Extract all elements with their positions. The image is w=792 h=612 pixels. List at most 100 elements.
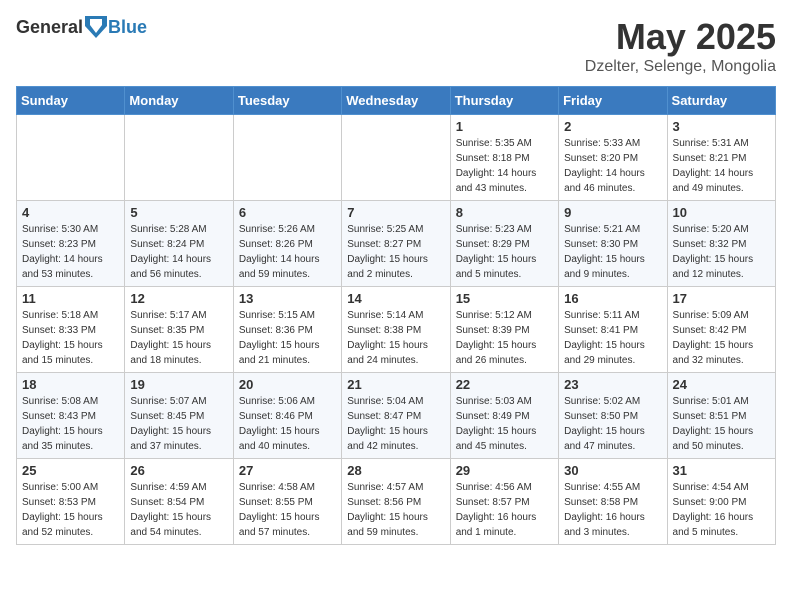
calendar-header-row: SundayMondayTuesdayWednesdayThursdayFrid… bbox=[17, 87, 776, 115]
calendar-cell: 8 Sunrise: 5:23 AM Sunset: 8:29 PM Daylig… bbox=[450, 201, 558, 287]
day-number: 23 bbox=[564, 377, 661, 392]
day-number: 13 bbox=[239, 291, 336, 306]
day-number: 6 bbox=[239, 205, 336, 220]
calendar-header-sunday: Sunday bbox=[17, 87, 125, 115]
day-info: Sunrise: 5:26 AM Sunset: 8:26 PM Dayligh… bbox=[239, 224, 320, 280]
day-info: Sunrise: 5:12 AM Sunset: 8:39 PM Dayligh… bbox=[456, 310, 537, 366]
day-number: 4 bbox=[22, 205, 119, 220]
day-number: 12 bbox=[130, 291, 227, 306]
calendar-cell: 3Sunrise: 5:31 AM Sunset: 8:21 PM Daylig… bbox=[667, 115, 775, 201]
calendar-cell: 20 Sunrise: 5:06 AM Sunset: 8:46 PM Dayli… bbox=[233, 373, 341, 459]
calendar-cell: 25 Sunrise: 5:00 AM Sunset: 8:53 PM Dayli… bbox=[17, 459, 125, 545]
header: General Blue May 2025 Dzelter, Selenge, … bbox=[16, 16, 776, 76]
calendar-cell: 17Sunrise: 5:09 AM Sunset: 8:42 PM Dayli… bbox=[667, 287, 775, 373]
day-info: Sunrise: 5:35 AM Sunset: 8:18 PM Dayligh… bbox=[456, 138, 537, 194]
day-number: 16 bbox=[564, 291, 661, 306]
calendar-cell: 9Sunrise: 5:21 AM Sunset: 8:30 PM Daylig… bbox=[559, 201, 667, 287]
calendar-header-wednesday: Wednesday bbox=[342, 87, 450, 115]
calendar-cell bbox=[17, 115, 125, 201]
day-info: Sunrise: 5:15 AM Sunset: 8:36 PM Dayligh… bbox=[239, 310, 320, 366]
calendar-cell: 2 Sunrise: 5:33 AM Sunset: 8:20 PM Daylig… bbox=[559, 115, 667, 201]
calendar-cell: 22 Sunrise: 5:03 AM Sunset: 8:49 PM Dayli… bbox=[450, 373, 558, 459]
calendar-cell: 12 Sunrise: 5:17 AM Sunset: 8:35 PM Dayli… bbox=[125, 287, 233, 373]
calendar: SundayMondayTuesdayWednesdayThursdayFrid… bbox=[16, 86, 776, 545]
day-number: 20 bbox=[239, 377, 336, 392]
day-info: Sunrise: 5:18 AM Sunset: 8:33 PM Dayligh… bbox=[22, 310, 103, 366]
day-number: 18 bbox=[22, 377, 119, 392]
calendar-header-friday: Friday bbox=[559, 87, 667, 115]
day-number: 3 bbox=[673, 119, 770, 134]
day-number: 29 bbox=[456, 463, 553, 478]
calendar-cell: 19 Sunrise: 5:07 AM Sunset: 8:45 PM Dayli… bbox=[125, 373, 233, 459]
calendar-week-row: 4Sunrise: 5:30 AM Sunset: 8:23 PM Daylig… bbox=[17, 201, 776, 287]
day-number: 22 bbox=[456, 377, 553, 392]
logo-text-blue: Blue bbox=[108, 17, 147, 38]
day-number: 11 bbox=[22, 291, 119, 306]
calendar-header-saturday: Saturday bbox=[667, 87, 775, 115]
calendar-cell: 28Sunrise: 4:57 AM Sunset: 8:56 PM Dayli… bbox=[342, 459, 450, 545]
day-info: Sunrise: 5:06 AM Sunset: 8:46 PM Dayligh… bbox=[239, 396, 320, 452]
day-info: Sunrise: 5:28 AM Sunset: 8:24 PM Dayligh… bbox=[130, 224, 211, 280]
day-info: Sunrise: 5:03 AM Sunset: 8:49 PM Dayligh… bbox=[456, 396, 537, 452]
calendar-cell: 6 Sunrise: 5:26 AM Sunset: 8:26 PM Daylig… bbox=[233, 201, 341, 287]
calendar-cell: 29 Sunrise: 4:56 AM Sunset: 8:57 PM Dayli… bbox=[450, 459, 558, 545]
day-info: Sunrise: 4:57 AM Sunset: 8:56 PM Dayligh… bbox=[347, 482, 428, 538]
calendar-cell: 7 Sunrise: 5:25 AM Sunset: 8:27 PM Daylig… bbox=[342, 201, 450, 287]
calendar-cell: 14 Sunrise: 5:14 AM Sunset: 8:38 PM Dayli… bbox=[342, 287, 450, 373]
day-number: 30 bbox=[564, 463, 661, 478]
day-number: 19 bbox=[130, 377, 227, 392]
day-number: 17 bbox=[673, 291, 770, 306]
day-number: 7 bbox=[347, 205, 444, 220]
calendar-cell: 23 Sunrise: 5:02 AM Sunset: 8:50 PM Dayli… bbox=[559, 373, 667, 459]
day-info: Sunrise: 5:23 AM Sunset: 8:29 PM Dayligh… bbox=[456, 224, 537, 280]
day-info: Sunrise: 5:14 AM Sunset: 8:38 PM Dayligh… bbox=[347, 310, 428, 366]
day-number: 14 bbox=[347, 291, 444, 306]
subtitle: Dzelter, Selenge, Mongolia bbox=[585, 58, 776, 76]
day-number: 24 bbox=[673, 377, 770, 392]
day-info: Sunrise: 5:17 AM Sunset: 8:35 PM Dayligh… bbox=[130, 310, 211, 366]
day-info: Sunrise: 5:20 AM Sunset: 8:32 PM Dayligh… bbox=[673, 224, 754, 280]
calendar-week-row: 1 Sunrise: 5:35 AM Sunset: 8:18 PM Daylig… bbox=[17, 115, 776, 201]
calendar-cell: 1 Sunrise: 5:35 AM Sunset: 8:18 PM Daylig… bbox=[450, 115, 558, 201]
day-info: Sunrise: 4:59 AM Sunset: 8:54 PM Dayligh… bbox=[130, 482, 211, 538]
day-number: 21 bbox=[347, 377, 444, 392]
day-info: Sunrise: 5:07 AM Sunset: 8:45 PM Dayligh… bbox=[130, 396, 211, 452]
day-info: Sunrise: 4:55 AM Sunset: 8:58 PM Dayligh… bbox=[564, 482, 645, 538]
day-number: 8 bbox=[456, 205, 553, 220]
day-info: Sunrise: 5:25 AM Sunset: 8:27 PM Dayligh… bbox=[347, 224, 428, 280]
calendar-cell: 21 Sunrise: 5:04 AM Sunset: 8:47 PM Dayli… bbox=[342, 373, 450, 459]
calendar-header-monday: Monday bbox=[125, 87, 233, 115]
day-info: Sunrise: 5:08 AM Sunset: 8:43 PM Dayligh… bbox=[22, 396, 103, 452]
calendar-cell: 4Sunrise: 5:30 AM Sunset: 8:23 PM Daylig… bbox=[17, 201, 125, 287]
calendar-cell: 16 Sunrise: 5:11 AM Sunset: 8:41 PM Dayli… bbox=[559, 287, 667, 373]
logo-icon bbox=[85, 16, 107, 38]
day-info: Sunrise: 5:01 AM Sunset: 8:51 PM Dayligh… bbox=[673, 396, 754, 452]
day-number: 1 bbox=[456, 119, 553, 134]
calendar-cell bbox=[125, 115, 233, 201]
day-number: 25 bbox=[22, 463, 119, 478]
calendar-week-row: 25 Sunrise: 5:00 AM Sunset: 8:53 PM Dayli… bbox=[17, 459, 776, 545]
day-number: 2 bbox=[564, 119, 661, 134]
calendar-cell: 15Sunrise: 5:12 AM Sunset: 8:39 PM Dayli… bbox=[450, 287, 558, 373]
logo: General Blue bbox=[16, 16, 147, 38]
day-info: Sunrise: 4:54 AM Sunset: 9:00 PM Dayligh… bbox=[673, 482, 754, 538]
day-info: Sunrise: 5:00 AM Sunset: 8:53 PM Dayligh… bbox=[22, 482, 103, 538]
title-area: May 2025 Dzelter, Selenge, Mongolia bbox=[585, 16, 776, 76]
logo-text-general: General bbox=[16, 17, 83, 38]
calendar-cell: 18 Sunrise: 5:08 AM Sunset: 8:43 PM Dayli… bbox=[17, 373, 125, 459]
day-info: Sunrise: 5:11 AM Sunset: 8:41 PM Dayligh… bbox=[564, 310, 645, 366]
calendar-week-row: 18 Sunrise: 5:08 AM Sunset: 8:43 PM Dayli… bbox=[17, 373, 776, 459]
calendar-cell bbox=[233, 115, 341, 201]
calendar-header-tuesday: Tuesday bbox=[233, 87, 341, 115]
day-info: Sunrise: 5:02 AM Sunset: 8:50 PM Dayligh… bbox=[564, 396, 645, 452]
day-info: Sunrise: 4:56 AM Sunset: 8:57 PM Dayligh… bbox=[456, 482, 537, 538]
day-number: 10 bbox=[673, 205, 770, 220]
day-info: Sunrise: 5:04 AM Sunset: 8:47 PM Dayligh… bbox=[347, 396, 428, 452]
day-info: Sunrise: 5:33 AM Sunset: 8:20 PM Dayligh… bbox=[564, 138, 645, 194]
calendar-cell: 27Sunrise: 4:58 AM Sunset: 8:55 PM Dayli… bbox=[233, 459, 341, 545]
calendar-cell: 10 Sunrise: 5:20 AM Sunset: 8:32 PM Dayli… bbox=[667, 201, 775, 287]
calendar-cell: 24 Sunrise: 5:01 AM Sunset: 8:51 PM Dayli… bbox=[667, 373, 775, 459]
day-number: 27 bbox=[239, 463, 336, 478]
calendar-cell bbox=[342, 115, 450, 201]
calendar-week-row: 11 Sunrise: 5:18 AM Sunset: 8:33 PM Dayli… bbox=[17, 287, 776, 373]
